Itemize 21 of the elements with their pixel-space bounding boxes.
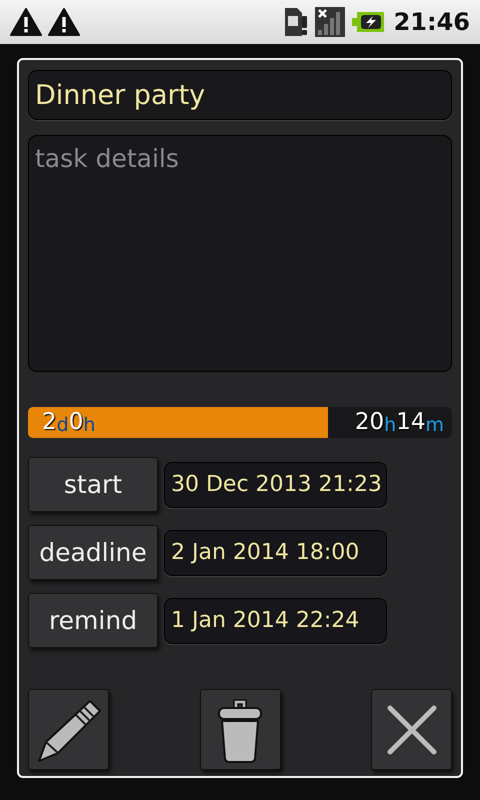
date-field[interactable]: 2 Jan 2014 18:00 xyxy=(164,530,387,576)
trash-can-icon xyxy=(215,696,265,762)
date-field[interactable]: 1 Jan 2014 22:24 xyxy=(164,598,387,644)
close-button[interactable] xyxy=(371,689,452,770)
no-signal-icon xyxy=(314,6,346,38)
task-title-field[interactable]: Dinner party xyxy=(28,70,452,120)
task-details-field[interactable]: task details xyxy=(28,135,452,372)
sim-card-alert-icon xyxy=(282,6,309,38)
close-icon xyxy=(386,704,438,756)
date-field[interactable]: 30 Dec 2013 21:23 xyxy=(164,462,387,508)
battery-charging-icon xyxy=(350,11,385,33)
elapsed-time: 2d0h xyxy=(42,408,96,438)
warning-icon xyxy=(48,8,80,36)
remaining-time: 20h 14m xyxy=(354,408,444,438)
date-type-button[interactable]: remind xyxy=(28,593,158,648)
clock-time: 21:46 xyxy=(394,8,470,36)
warning-icon xyxy=(10,8,42,36)
edit-button[interactable] xyxy=(28,689,109,770)
delete-button[interactable] xyxy=(200,689,280,770)
date-type-button[interactable]: start xyxy=(28,457,158,512)
date-type-button[interactable]: deadline xyxy=(28,525,158,580)
